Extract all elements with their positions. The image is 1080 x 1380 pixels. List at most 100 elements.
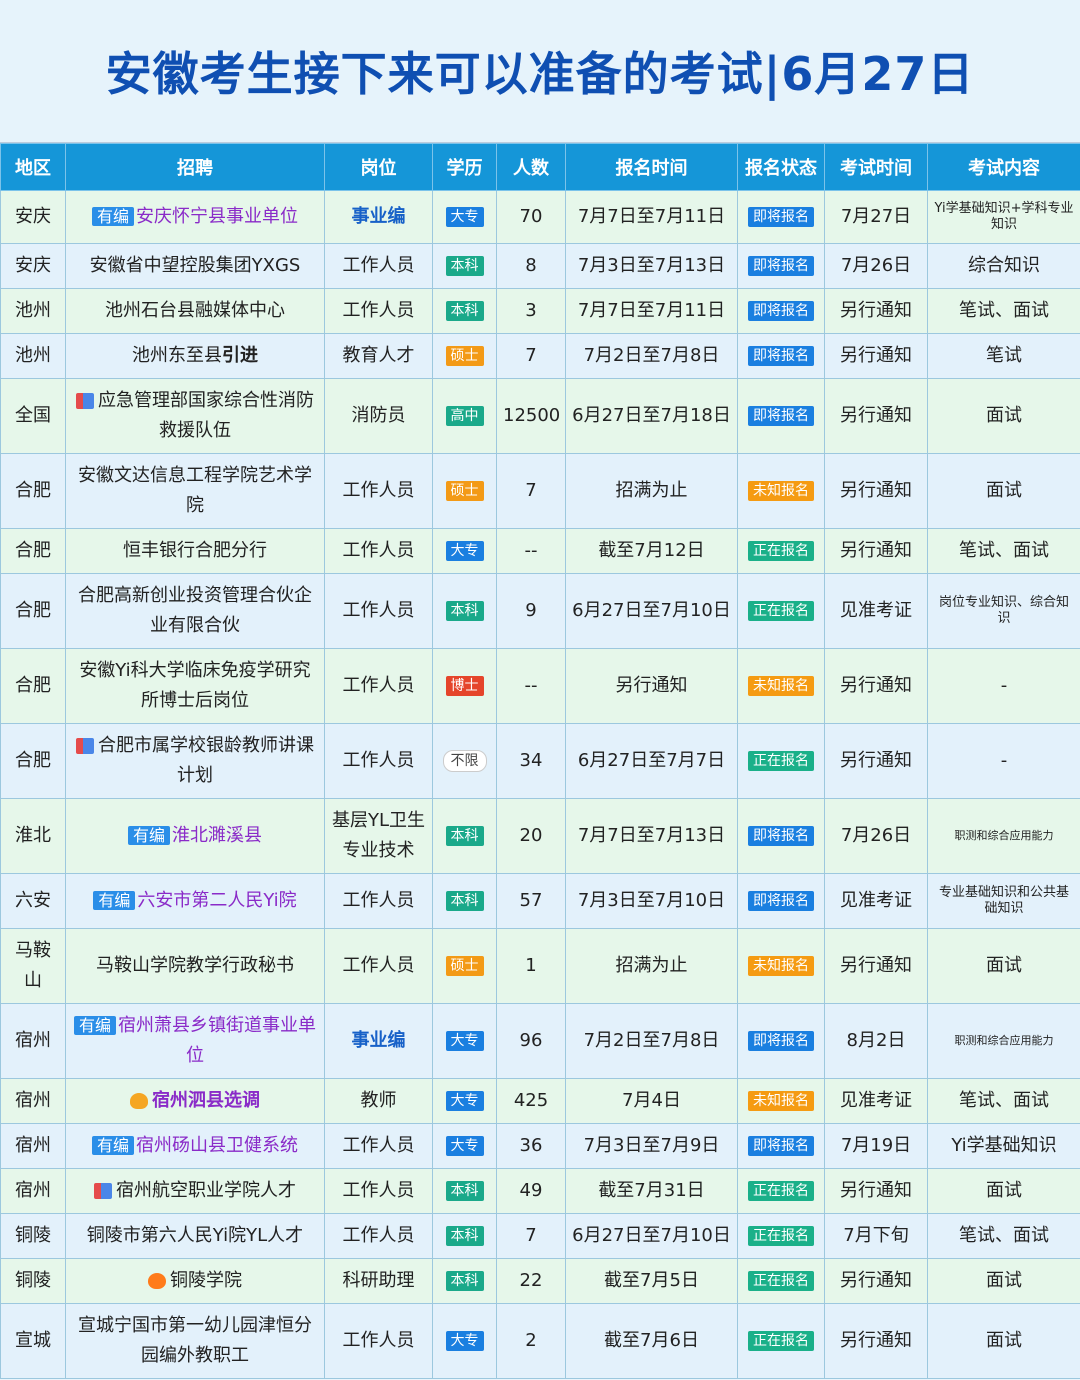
- table-row: 安庆 有编 安庆怀宁县事业单位 事业编 大专 70 7月7日至7月11日 即将报名 7月27日 Y…: [0, 190, 1080, 244]
- status-badge: 正在报名: [748, 541, 814, 561]
- table-row: 合肥 合肥市属学校银龄教师讲课计划 工作人员 不限 34 6月27日至7月7日 正在报名 另行…: [0, 723, 1080, 799]
- education-cell: 大专: [432, 528, 497, 574]
- header-count: 人数: [496, 143, 566, 191]
- status-cell: 正在报名: [737, 723, 825, 799]
- table-row: 合肥 安徽文达信息工程学院艺术学院 工作人员 硕士 7 招满为止 未知报名 另行通知 面试: [0, 453, 1080, 529]
- region-cell: 宣城: [0, 1303, 66, 1379]
- registration-time-cell: 6月27日至7月18日: [565, 378, 738, 454]
- recruit-name: 池州东至县: [132, 345, 222, 366]
- megaphone-icon: [76, 393, 94, 409]
- recruit-cell[interactable]: 有编 宿州萧县乡镇街道事业单位: [65, 1003, 325, 1079]
- recruit-name: 应急管理部国家综合性消防救援队伍: [98, 390, 314, 441]
- position-cell: 工作人员: [324, 723, 433, 799]
- education-badge: 大专: [445, 1031, 484, 1051]
- header-exam-content: 考试内容: [927, 143, 1080, 191]
- region-cell: 宿州: [0, 1123, 66, 1169]
- exam-time-cell: 另行通知: [824, 333, 928, 379]
- exam-table: 地区 招聘 岗位 学历 人数 报名时间 报名状态 考试时间 考试内容 安庆 有编安…: [0, 143, 1080, 1379]
- status-cell: 即将报名: [737, 1003, 825, 1079]
- education-cell: 大专: [432, 190, 497, 244]
- status-badge: 即将报名: [748, 1031, 814, 1051]
- recruit-name[interactable]: 宿州泗县选调: [152, 1090, 260, 1111]
- region-cell: 合肥: [0, 528, 66, 574]
- status-badge: 正在报名: [748, 1271, 814, 1291]
- exam-time-cell: 8月2日: [824, 1003, 928, 1079]
- status-badge: 正在报名: [748, 751, 814, 771]
- registration-time-cell: 6月27日至7月10日: [565, 1213, 738, 1259]
- position-cell: 科研助理: [324, 1258, 433, 1304]
- recruit-name[interactable]: 安庆怀宁县事业单位: [136, 206, 298, 227]
- recruit-cell: 应急管理部国家综合性消防救援队伍: [65, 378, 325, 454]
- recruit-name[interactable]: 六安市第二人民Yi院: [137, 890, 296, 911]
- header-exam-time: 考试时间: [824, 143, 928, 191]
- education-badge: 不限: [442, 750, 487, 772]
- recruit-name[interactable]: 宿州砀山县卫健系统: [136, 1135, 298, 1156]
- registration-time-cell: 7月4日: [565, 1078, 738, 1124]
- education-badge: 本科: [445, 891, 484, 911]
- recruit-name[interactable]: 宿州萧县乡镇街道事业单位: [118, 1015, 316, 1066]
- table-row: 池州 池州东至县引进 教育人才 硕士 7 7月2日至7月8日 即将报名 另行通知 笔试: [0, 333, 1080, 379]
- hire-tag: 有编: [93, 891, 136, 910]
- recruit-name: 马鞍山学院教学行政秘书: [96, 955, 294, 976]
- exam-content-cell: 笔试、面试: [927, 288, 1080, 334]
- table-row: 铜陵 铜陵市第六人民Yi院YL人才 工作人员 本科 7 6月27日至7月10日 正在报名 7月…: [0, 1213, 1080, 1259]
- education-cell: 本科: [432, 288, 497, 334]
- education-cell: 本科: [432, 1213, 497, 1259]
- recruit-cell: 池州东至县引进: [65, 333, 325, 379]
- table-row: 全国 应急管理部国家综合性消防救援队伍 消防员 高中 12500 6月27日至7月18日即…: [0, 378, 1080, 454]
- exam-time-cell: 7月26日: [824, 798, 928, 874]
- count-cell: 7: [496, 1213, 566, 1259]
- recruit-name[interactable]: 淮北濉溪县: [172, 825, 262, 846]
- recruit-cell[interactable]: 有编 六安市第二人民Yi院: [65, 873, 325, 929]
- exam-content-cell: 职测和综合应用能力: [927, 1003, 1080, 1079]
- status-badge: 未知报名: [748, 676, 814, 696]
- position-cell: 工作人员: [324, 648, 433, 724]
- education-badge: 本科: [445, 1226, 484, 1246]
- position-cell: 工作人员: [324, 528, 433, 574]
- status-badge: 正在报名: [748, 1181, 814, 1201]
- region-cell: 马鞍山: [0, 928, 66, 1004]
- education-badge: 大专: [445, 207, 484, 227]
- position-cell: 工作人员: [324, 1213, 433, 1259]
- education-badge: 硕士: [445, 481, 484, 501]
- recruit-name: 宣城宁国市第一幼儿园津恒分园编外教职工: [78, 1315, 312, 1366]
- education-badge: 本科: [445, 301, 484, 321]
- status-badge: 正在报名: [748, 601, 814, 621]
- exam-content-cell: 笔试: [927, 333, 1080, 379]
- recruit-cell: 安徽省中望控股集团YXGS: [65, 243, 325, 289]
- recruit-cell[interactable]: 有编 淮北濉溪县: [65, 798, 325, 874]
- recruit-cell[interactable]: 宿州泗县选调: [65, 1078, 325, 1124]
- page: 安徽考生接下来可以准备的考试|6月27日 地区 招聘 岗位 学历 人数 报名时间…: [0, 0, 1080, 1380]
- status-cell: 即将报名: [737, 873, 825, 929]
- exam-time-cell: 7月19日: [824, 1123, 928, 1169]
- recruit-cell: 安徽文达信息工程学院艺术学院: [65, 453, 325, 529]
- header-recruit: 招聘: [65, 143, 325, 191]
- education-badge: 本科: [445, 256, 484, 276]
- recruit-cell[interactable]: 有编 宿州砀山县卫健系统: [65, 1123, 325, 1169]
- recruit-name: 合肥市属学校银龄教师讲课计划: [98, 735, 314, 786]
- count-cell: 22: [496, 1258, 566, 1304]
- table-row: 池州 池州石台县融媒体中心 工作人员 本科 3 7月7日至7月11日 即将报名 另行通知 笔试、…: [0, 288, 1080, 334]
- exam-content-cell: 岗位专业知识、综合知识: [927, 573, 1080, 649]
- education-cell: 本科: [432, 243, 497, 289]
- education-cell: 本科: [432, 1258, 497, 1304]
- exam-content-cell: Yi学基础知识+学科专业知识: [927, 190, 1080, 244]
- table-row: 合肥 合肥高新创业投资管理合伙企业有限合伙 工作人员 本科 9 6月27日至7月10日 正在…: [0, 573, 1080, 649]
- registration-time-cell: 7月7日至7月11日: [565, 190, 738, 244]
- table-row: 宿州 宿州泗县选调 教师 大专 425 7月4日 未知报名 见准考证 笔试、面试: [0, 1078, 1080, 1124]
- count-cell: 57: [496, 873, 566, 929]
- education-badge: 硕士: [445, 346, 484, 366]
- recruit-cell[interactable]: 有编 安庆怀宁县事业单位: [65, 190, 325, 244]
- count-cell: --: [496, 528, 566, 574]
- position-cell: 基层YL卫生专业技术: [324, 798, 433, 874]
- position-cell: 工作人员: [324, 1303, 433, 1379]
- position-cell: 事业编: [324, 190, 433, 244]
- recruit-cell: 安徽Yi科大学临床免疫学研究所博士后岗位: [65, 648, 325, 724]
- position-cell: 工作人员: [324, 928, 433, 1004]
- recruit-name: 安徽省中望控股集团YXGS: [89, 255, 301, 276]
- count-cell: 34: [496, 723, 566, 799]
- count-cell: 12500: [496, 378, 566, 454]
- status-badge: 即将报名: [748, 256, 814, 276]
- registration-time-cell: 7月2日至7月8日: [565, 333, 738, 379]
- region-cell: 全国: [0, 378, 66, 454]
